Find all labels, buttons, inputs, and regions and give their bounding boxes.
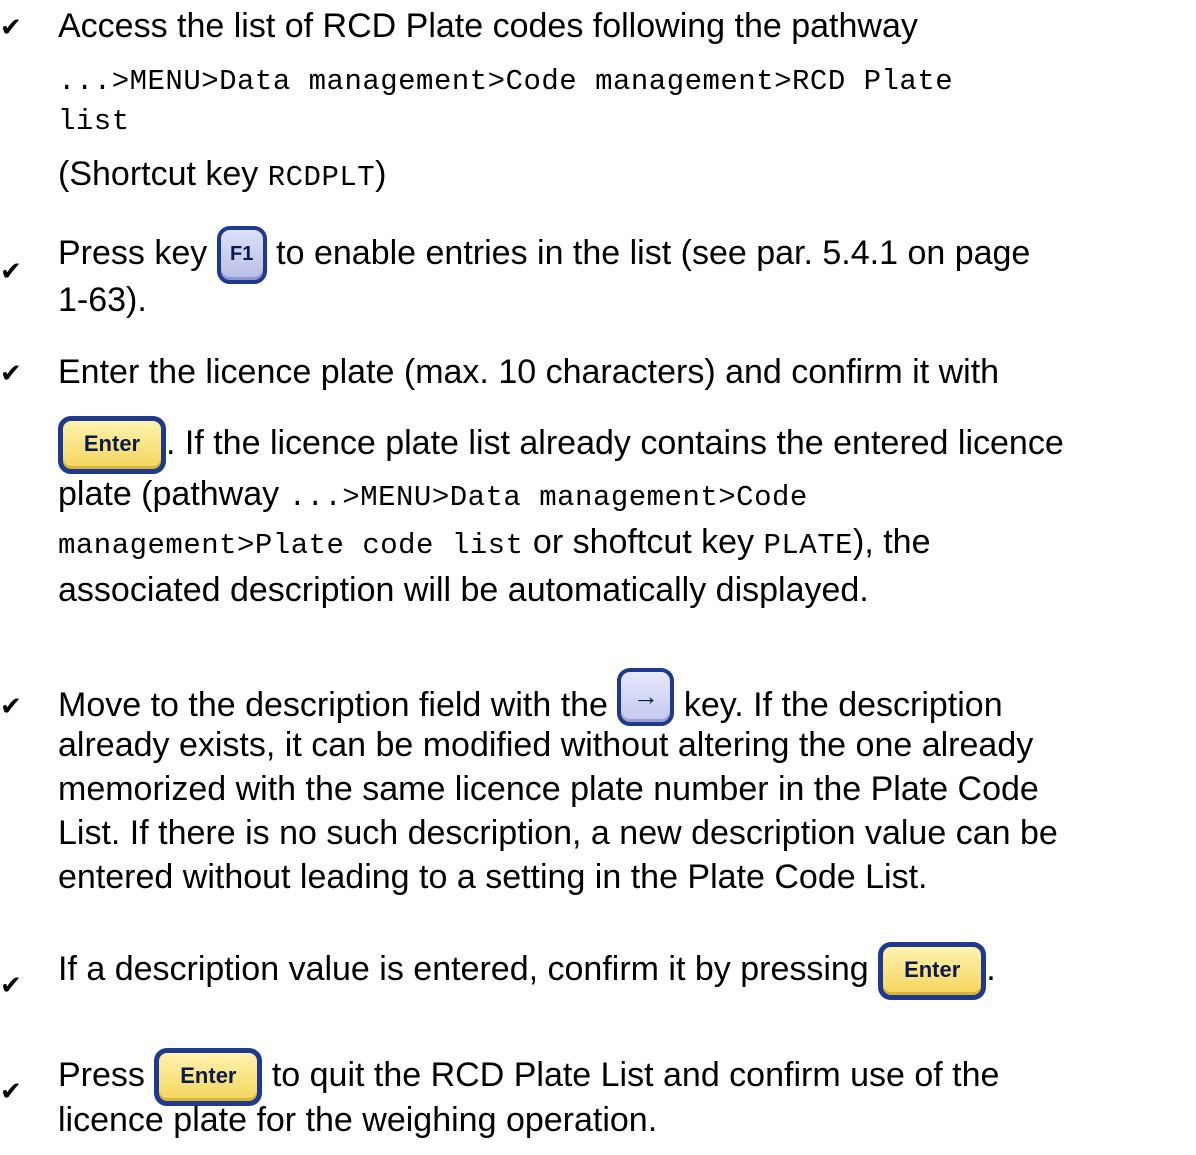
instruction-continuation: ), the: [853, 523, 931, 561]
instruction-text-last: associated description will be automatic…: [58, 571, 869, 609]
enter-confirm-line: Enter. If the licence plate list already…: [58, 416, 1193, 474]
shortcut-key-code: PLATE: [763, 529, 853, 562]
instruction-continuation: to enable entries in the list (see par. …: [266, 233, 1031, 272]
checkmark-icon: ✔: [0, 1077, 22, 1107]
checkmark-icon: ✔: [0, 359, 22, 389]
instruction-text-line2: licence plate for the weighing operation…: [58, 1101, 658, 1139]
instruction-text-line4: List. If there is no such description, a…: [58, 814, 1058, 852]
instruction-text: Move to the description field with the →…: [58, 668, 1193, 727]
instruction-text: Press key F1 to enable entries in the li…: [58, 226, 1193, 284]
menu-path-continued: list: [58, 105, 130, 138]
menu-path: ...>MENU>Data management>Code management…: [58, 65, 954, 98]
press-label: Press key: [58, 233, 208, 272]
instruction-text-line5: entered without leading to a setting in …: [58, 858, 928, 896]
checkmark-icon: ✔: [0, 692, 22, 722]
checkmark-icon: ✔: [0, 13, 22, 43]
pathway-line: plate (pathway ...>MENU>Data management>…: [58, 472, 1193, 520]
instruction-lead: If a description value is entered, confi…: [58, 949, 869, 988]
shortcut-close: ): [375, 155, 387, 193]
checkmark-icon: ✔: [0, 257, 22, 287]
instruction-continuation: to quit the RCD Plate List and confirm u…: [262, 1055, 1000, 1094]
instruction-text-line2: already exists, it can be modified witho…: [58, 726, 1034, 764]
or-label: or shoftcut key: [523, 523, 764, 561]
instruction-continuation: key. If the description: [674, 686, 1003, 724]
pathway-line-2: management>Plate code list or shoftcut k…: [58, 520, 1193, 568]
instruction-text: If a description value is entered, confi…: [58, 942, 1193, 1000]
instruction-lead: Move to the description field with the: [58, 686, 608, 724]
shortcut-line: (Shortcut key RCDPLT): [58, 152, 1193, 200]
checkmark-icon: ✔: [0, 971, 22, 1001]
menu-path: ...>MENU>Data management>Code: [288, 481, 808, 514]
instruction-text: Access the list of RCD Plate codes follo…: [58, 7, 918, 45]
enter-key-icon: Enter: [58, 416, 166, 474]
arrow-right-key-icon: →: [617, 668, 675, 727]
f1-key-icon: F1: [216, 226, 267, 284]
instruction-text-line2: 1-63).: [58, 281, 147, 319]
instruction-continuation: . If the licence plate list already cont…: [166, 423, 1064, 462]
menu-path-continued: management>Plate code list: [58, 529, 524, 562]
shortcut-key-code: RCDPLT: [267, 161, 376, 194]
pathway-label: plate (pathway: [58, 475, 289, 513]
instruction-text-line3: memorized with the same licence plate nu…: [58, 770, 1039, 808]
enter-key-icon: Enter: [878, 942, 987, 1000]
shortcut-label: (Shortcut key: [58, 155, 268, 193]
press-label: Press: [58, 1055, 145, 1094]
instruction-end: .: [986, 949, 996, 988]
instruction-text: Enter the licence plate (max. 10 charact…: [58, 353, 1000, 391]
